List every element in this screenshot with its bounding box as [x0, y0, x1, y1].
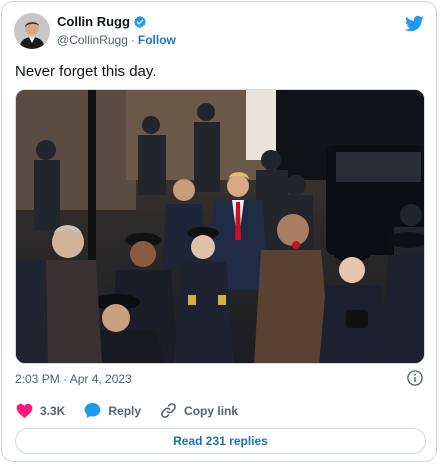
separator-dot: ·: [130, 33, 135, 47]
info-icon[interactable]: [406, 369, 424, 387]
author-display-name[interactable]: Collin Rugg: [57, 14, 130, 29]
tweet-actions: 3.3K Reply Copy link: [15, 401, 256, 420]
twitter-bird-icon[interactable]: [405, 14, 424, 33]
tweet-timestamp[interactable]: 2:03 PM · Apr 4, 2023: [15, 372, 132, 386]
like-count: 3.3K: [40, 403, 66, 418]
link-icon: [161, 403, 176, 418]
author-handle-line: @CollinRugg · Follow: [57, 33, 176, 47]
like-button[interactable]: 3.3K: [15, 401, 65, 420]
author-name-line: Collin Rugg: [57, 14, 147, 29]
tweet-photo[interactable]: [15, 89, 425, 364]
reply-label: Reply: [108, 403, 142, 418]
verified-badge-icon: [133, 15, 146, 28]
speech-bubble-icon: [84, 402, 101, 419]
copy-link-label: Copy link: [184, 403, 239, 418]
heart-icon: [16, 403, 33, 419]
tweet-text: Never forget this day.: [15, 63, 157, 80]
avatar[interactable]: [14, 13, 50, 49]
avatar-photo: [14, 13, 50, 49]
reply-button[interactable]: Reply: [83, 401, 141, 420]
copy-link-button[interactable]: Copy link: [159, 401, 238, 420]
tweet-card: Collin Rugg @CollinRugg · Follow Never f…: [1, 1, 437, 462]
read-replies-button[interactable]: Read 231 replies: [15, 428, 426, 454]
crowd-photo: [16, 90, 424, 363]
author-handle[interactable]: @CollinRugg: [57, 33, 128, 47]
follow-button[interactable]: Follow: [138, 33, 176, 47]
